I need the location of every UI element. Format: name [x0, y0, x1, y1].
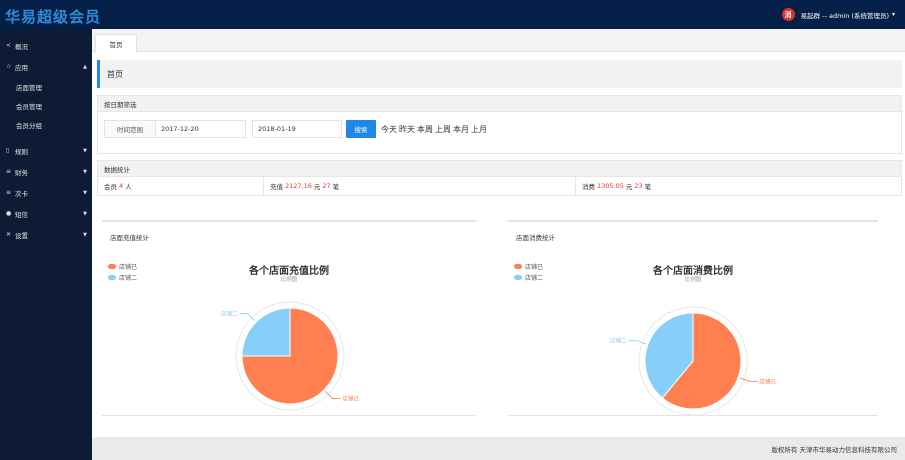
chevron-down-icon: ▼ — [83, 189, 87, 196]
slice-label-2: 店铺二 — [610, 337, 627, 345]
sidebar-item-label: 规则 — [15, 147, 28, 156]
sidebar-item-finance[interactable]: ≡ 财务 ▼ — [0, 161, 92, 182]
slice-label-1: 店铺已 — [342, 394, 359, 402]
message-icon: ● — [6, 210, 12, 217]
panel-heading: 按日期筛选 — [98, 96, 901, 112]
link-last-week[interactable]: 上周 — [435, 125, 451, 134]
quick-date-links: 今天 昨天 本周 上周 本月 上月 — [381, 124, 489, 135]
link-today[interactable]: 今天 — [381, 125, 397, 134]
footer: 版权所有 天津市华易动力信息科技有限公司 — [92, 437, 905, 460]
stat-label: 消费 — [582, 183, 595, 191]
avatar: 消 — [781, 8, 795, 21]
recharge-amount: 2127.16 — [285, 182, 312, 190]
date-range-label: 时间范围 — [104, 120, 156, 138]
user-menu[interactable]: 消 易起群 -- admin (系统管理员) ▾ — [781, 8, 895, 21]
stat-unit: 笔 — [332, 183, 340, 191]
link-this-week[interactable]: 本周 — [417, 125, 433, 134]
money-icon: ≡ — [6, 168, 12, 175]
card-icon: ≡ — [6, 189, 12, 196]
stat-label: 充值 — [270, 183, 283, 191]
stat-unit: 元 — [313, 183, 321, 191]
sidebar-item-punch-card[interactable]: ≡ 次卡 ▼ — [0, 182, 92, 203]
stat-recharge: 充值 2127.16 元 27 笔 — [264, 177, 576, 195]
star-icon: ☆ — [6, 63, 12, 70]
tab-bar: 首页 — [92, 29, 905, 53]
recharge-count: 27 — [322, 182, 331, 190]
slice-label-line-1 — [739, 377, 758, 382]
stats-panel: 数据统计 会员 4 人 充值 2127.16 元 27 笔 消费 1305.05… — [97, 160, 902, 196]
sidebar-item-label: 概况 — [15, 42, 28, 51]
sidebar-item-sms[interactable]: ● 短信 ▼ — [0, 203, 92, 224]
sidebar-subitem-member-management[interactable]: 会员管理 — [0, 96, 92, 115]
search-button[interactable]: 搜索 — [346, 120, 376, 138]
book-icon: ▯ — [6, 147, 10, 154]
chevron-down-icon: ▼ — [83, 168, 87, 175]
sidebar-item-label: 次卡 — [15, 189, 28, 198]
recharge-chart-panel: 店面充值统计 店铺已 店铺二 各个店面充值比例 比例图 店铺已 店铺二 — [102, 220, 476, 416]
sidebar-subitem-store-management[interactable]: 店面管理 — [0, 77, 92, 96]
sidebar-item-label: 短信 — [15, 210, 28, 219]
sidebar-item-rules[interactable]: ▯ 规则 ▼ — [0, 140, 92, 161]
consume-amount: 1305.05 — [597, 182, 624, 190]
consume-chart-panel: 店面消费统计 店铺已 店铺二 各个店面消费比例 比例图 店铺已 店铺二 — [508, 220, 878, 416]
consume-pie-chart: 店铺已 店铺二 — [610, 306, 776, 416]
stat-unit: 元 — [625, 183, 633, 191]
brand-logo: 华易超级会员 — [5, 8, 102, 26]
top-bar: 华易超级会员 消 易起群 -- admin (系统管理员) ▾ — [0, 0, 905, 29]
stat-members: 会员 4 人 — [98, 177, 264, 195]
stat-consume: 消费 1305.05 元 23 笔 — [576, 177, 901, 195]
sidebar-item-label: 设置 — [15, 231, 28, 240]
tools-icon: ✕ — [6, 231, 12, 238]
sidebar-item-label: 财务 — [15, 168, 28, 177]
chevron-down-icon: ▼ — [83, 231, 87, 238]
stat-unit: 人 — [125, 183, 132, 191]
share-icon: < — [6, 42, 12, 49]
caret-down-icon[interactable]: ▾ — [892, 11, 895, 18]
panel-heading: 数据统计 — [98, 161, 901, 177]
sidebar-item-apps[interactable]: ☆ 应用 ▲ — [0, 56, 92, 77]
chevron-up-icon: ▲ — [83, 63, 87, 70]
consume-count: 23 — [634, 182, 643, 190]
page-title: 首页 — [97, 60, 902, 88]
member-count: 4 — [119, 182, 124, 190]
chevron-down-icon: ▼ — [83, 147, 87, 154]
sidebar-item-settings[interactable]: ✕ 设置 ▼ — [0, 224, 92, 245]
main-content: 首页 首页 按日期筛选 时间范围 2017-12-20 2018-01-19 搜… — [92, 29, 905, 460]
sidebar: < 概况 ☆ 应用 ▲ 店面管理 会员管理 会员分组 ▯ 规则 ▼ ≡ 财务 ▼… — [0, 29, 92, 460]
sidebar-item-overview[interactable]: < 概况 — [0, 35, 92, 56]
link-yesterday[interactable]: 昨天 — [399, 125, 415, 134]
link-last-month[interactable]: 上月 — [471, 125, 487, 134]
end-date-input[interactable]: 2018-01-19 — [252, 120, 342, 138]
slice-label-2: 店铺二 — [221, 310, 238, 318]
slice-label-1: 店铺已 — [759, 377, 776, 385]
date-filter-panel: 按日期筛选 时间范围 2017-12-20 2018-01-19 搜索 今天 昨天… — [97, 95, 902, 154]
stat-label: 会员 — [104, 183, 117, 191]
link-this-month[interactable]: 本月 — [453, 125, 469, 134]
tab-home[interactable]: 首页 — [95, 34, 137, 53]
start-date-input[interactable]: 2017-12-20 — [156, 120, 246, 138]
user-label: 易起群 -- admin (系统管理员) — [800, 11, 889, 20]
stat-unit: 笔 — [644, 183, 652, 191]
sidebar-subitem-member-groups[interactable]: 会员分组 — [0, 115, 92, 134]
recharge-pie-chart: 店铺已 店铺二 — [221, 301, 359, 411]
sidebar-item-label: 应用 — [15, 63, 28, 72]
chevron-down-icon: ▼ — [83, 210, 87, 217]
slice-label-line-2 — [628, 340, 647, 345]
